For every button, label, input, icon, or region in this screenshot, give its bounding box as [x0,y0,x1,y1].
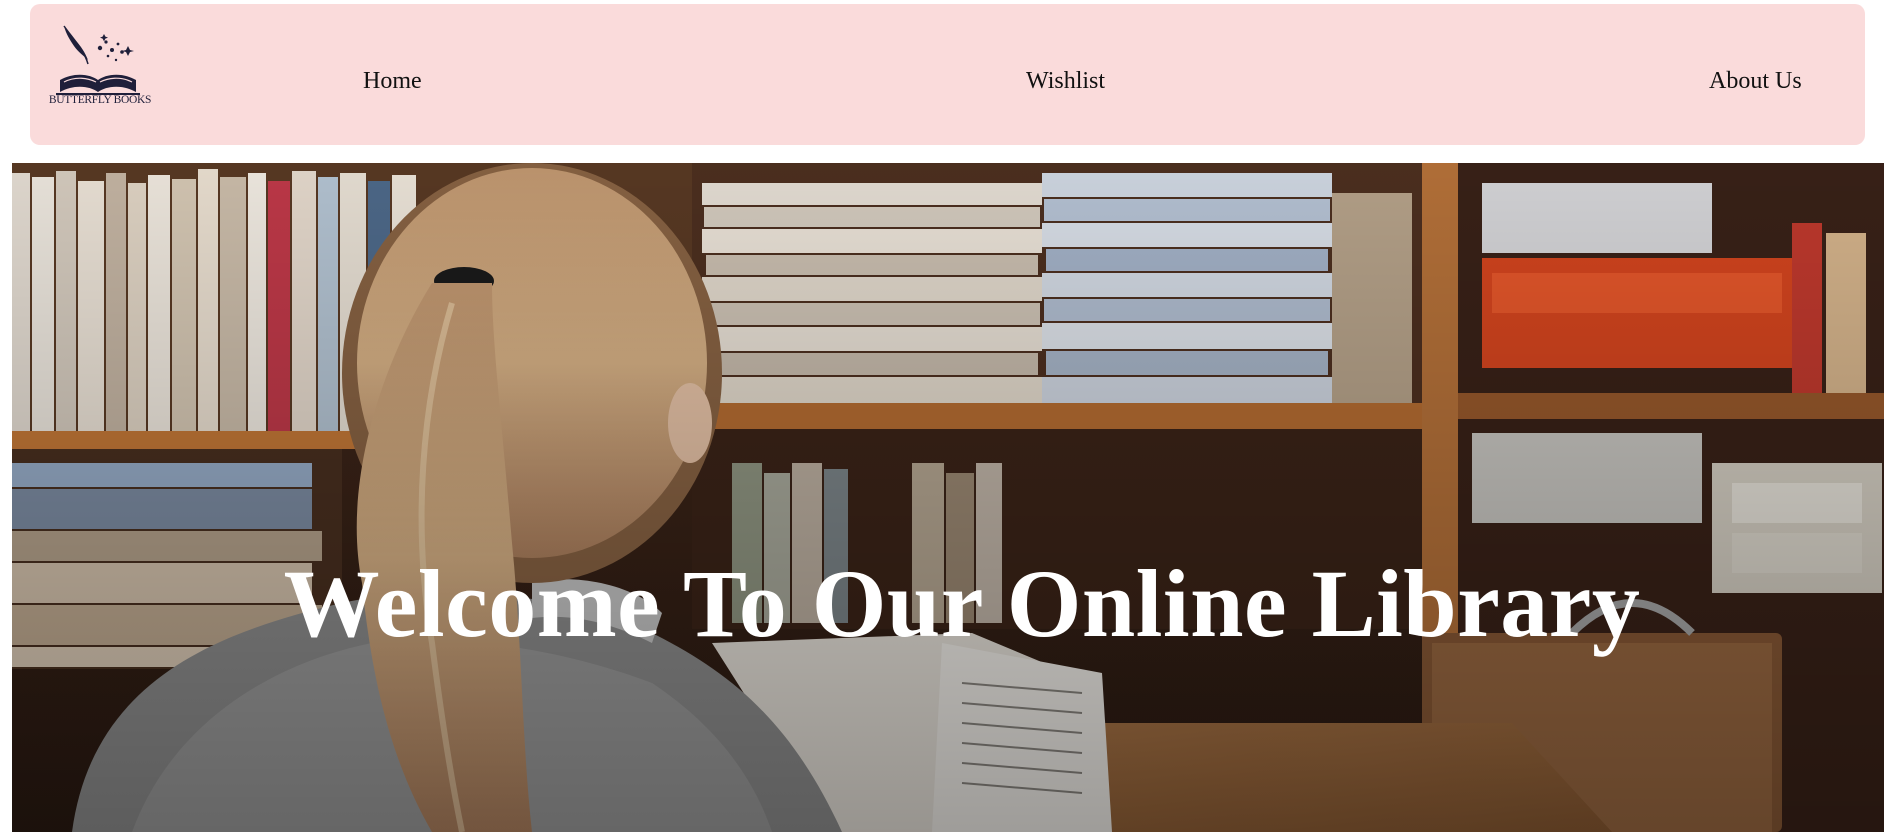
hero-title: Welcome To Our Online Library [283,550,1641,657]
brand-logo[interactable]: BUTTERFLY BOOKS [48,22,152,114]
library-reading-photo [12,163,1884,832]
hero-banner: Welcome To Our Online Library [12,163,1884,832]
navbar: BUTTERFLY BOOKS Home Wishlist About Us [30,4,1865,145]
brand-name: BUTTERFLY BOOKS [48,94,152,106]
nav-wishlist-link[interactable]: Wishlist [1026,68,1105,95]
nav-home-link[interactable]: Home [363,68,422,95]
book-quill-icon [56,25,140,95]
nav-about-us-link[interactable]: About Us [1709,68,1802,95]
hero-title-container: Welcome To Our Online Library [282,548,1642,659]
